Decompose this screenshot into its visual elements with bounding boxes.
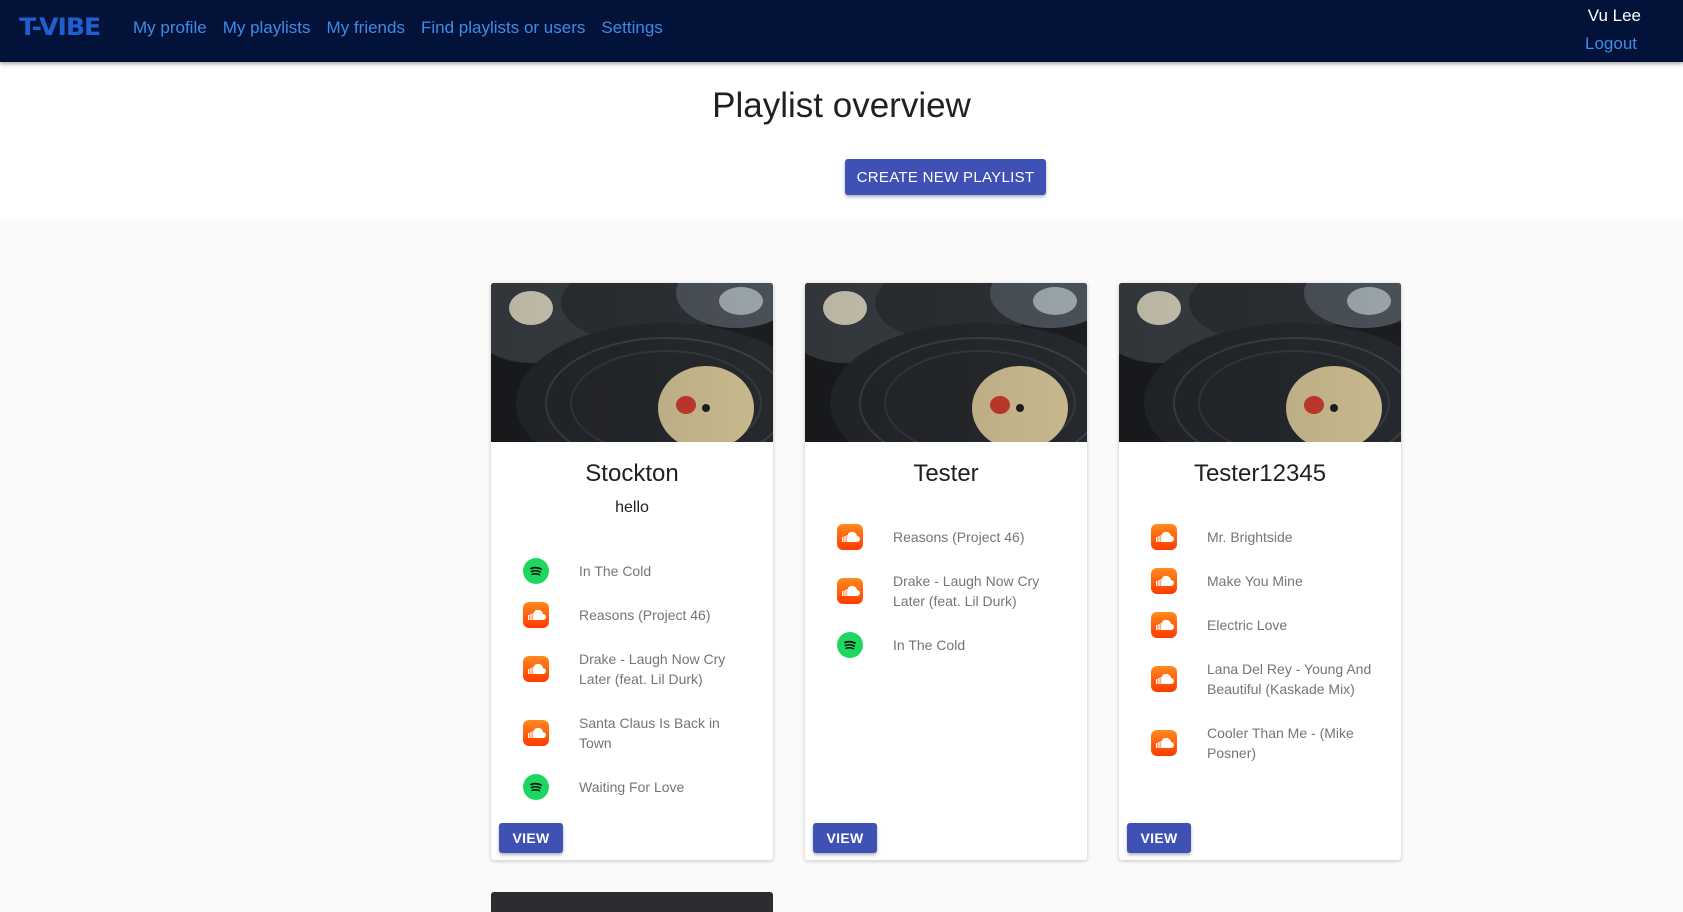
song-title: Drake - Laugh Now Cry Later (feat. Lil D… xyxy=(893,573,1040,609)
nav-link-my-profile[interactable]: My profile xyxy=(133,18,207,38)
playlist-title: Stockton xyxy=(585,460,679,487)
song-item[interactable]: Reasons (Project 46) xyxy=(837,519,1067,555)
song-title: Make You Mine xyxy=(1207,573,1303,589)
top-navbar: T-VIBE My profile My playlists My friend… xyxy=(0,0,1683,62)
view-playlist-button[interactable]: VIEW xyxy=(1127,823,1191,853)
view-playlist-button[interactable]: VIEW xyxy=(813,823,877,853)
soundcloud-icon xyxy=(837,578,863,604)
playlist-card: Stockton hello In The Cold Reasons (Project… xyxy=(491,283,773,860)
song-item[interactable]: In The Cold xyxy=(523,553,753,589)
soundcloud-icon xyxy=(1151,612,1177,638)
song-item[interactable]: Mr. Brightside xyxy=(1151,519,1381,555)
spotify-icon xyxy=(523,558,549,584)
app-logo[interactable]: T-VIBE xyxy=(19,13,101,41)
nav-link-my-friends[interactable]: My friends xyxy=(327,18,405,38)
soundcloud-icon xyxy=(1151,730,1177,756)
song-item[interactable]: In The Cold xyxy=(837,627,1067,663)
nav-link-settings[interactable]: Settings xyxy=(601,18,662,38)
song-title: In The Cold xyxy=(579,563,652,579)
playlist-title: Tester12345 xyxy=(1193,460,1327,487)
song-title: Cooler Than Me - (Mike Posner) xyxy=(1207,725,1354,761)
playlist-description: hello xyxy=(615,499,649,516)
soundcloud-icon xyxy=(1151,568,1177,594)
song-title: Lana Del Rey - Young And Beautiful (Kask… xyxy=(1207,661,1372,697)
song-item[interactable]: Cooler Than Me - (Mike Posner) xyxy=(1151,715,1381,771)
create-new-playlist-button[interactable]: CREATE NEW PLAYLIST xyxy=(845,159,1046,195)
logout-link[interactable]: Logout xyxy=(1585,34,1637,54)
playlist-cover-image xyxy=(805,283,1087,442)
song-title: Waiting For Love xyxy=(579,779,685,795)
page-title: Playlist overview xyxy=(712,86,971,125)
soundcloud-icon xyxy=(1151,524,1177,550)
playlist-card-partial xyxy=(491,892,773,912)
nav-link-find-playlists[interactable]: Find playlists or users xyxy=(421,18,585,38)
song-title: Mr. Brightside xyxy=(1207,529,1293,545)
song-item[interactable]: Reasons (Project 46) xyxy=(523,597,753,633)
soundcloud-icon xyxy=(1151,666,1177,692)
song-item[interactable]: Lana Del Rey - Young And Beautiful (Kask… xyxy=(1151,651,1381,707)
current-user-name: Vu Lee xyxy=(1587,6,1641,25)
playlist-card: Tester12345 Mr. Brightside Make You Mine El… xyxy=(1119,283,1401,860)
song-item[interactable]: Drake - Laugh Now Cry Later (feat. Lil D… xyxy=(837,563,1067,619)
nav-links: My profile My playlists My friends Find … xyxy=(133,18,663,38)
song-title: Reasons (Project 46) xyxy=(579,607,711,623)
playlist-cover-image xyxy=(491,283,773,442)
spotify-icon xyxy=(523,774,549,800)
soundcloud-icon xyxy=(523,656,549,682)
song-item[interactable]: Santa Claus Is Back in Town xyxy=(523,705,753,761)
song-item[interactable]: Electric Love xyxy=(1151,607,1381,643)
song-title: In The Cold xyxy=(893,637,966,653)
song-item[interactable]: Make You Mine xyxy=(1151,563,1381,599)
song-title: Reasons (Project 46) xyxy=(893,529,1025,545)
playlist-title: Tester xyxy=(913,460,979,487)
playlist-cover-image xyxy=(1119,283,1401,442)
playlist-card: Tester Reasons (Project 46) Drake - Laugh … xyxy=(805,283,1087,860)
soundcloud-icon xyxy=(523,602,549,628)
soundcloud-icon xyxy=(523,720,549,746)
view-playlist-button[interactable]: VIEW xyxy=(499,823,563,853)
soundcloud-icon xyxy=(837,524,863,550)
song-title: Drake - Laugh Now Cry Later (feat. Lil D… xyxy=(579,651,726,687)
song-item[interactable]: Drake - Laugh Now Cry Later (feat. Lil D… xyxy=(523,641,753,697)
song-title: Santa Claus Is Back in Town xyxy=(579,715,720,751)
song-item[interactable]: Waiting For Love xyxy=(523,769,753,805)
nav-link-my-playlists[interactable]: My playlists xyxy=(223,18,311,38)
spotify-icon xyxy=(837,632,863,658)
song-title: Electric Love xyxy=(1207,617,1288,633)
